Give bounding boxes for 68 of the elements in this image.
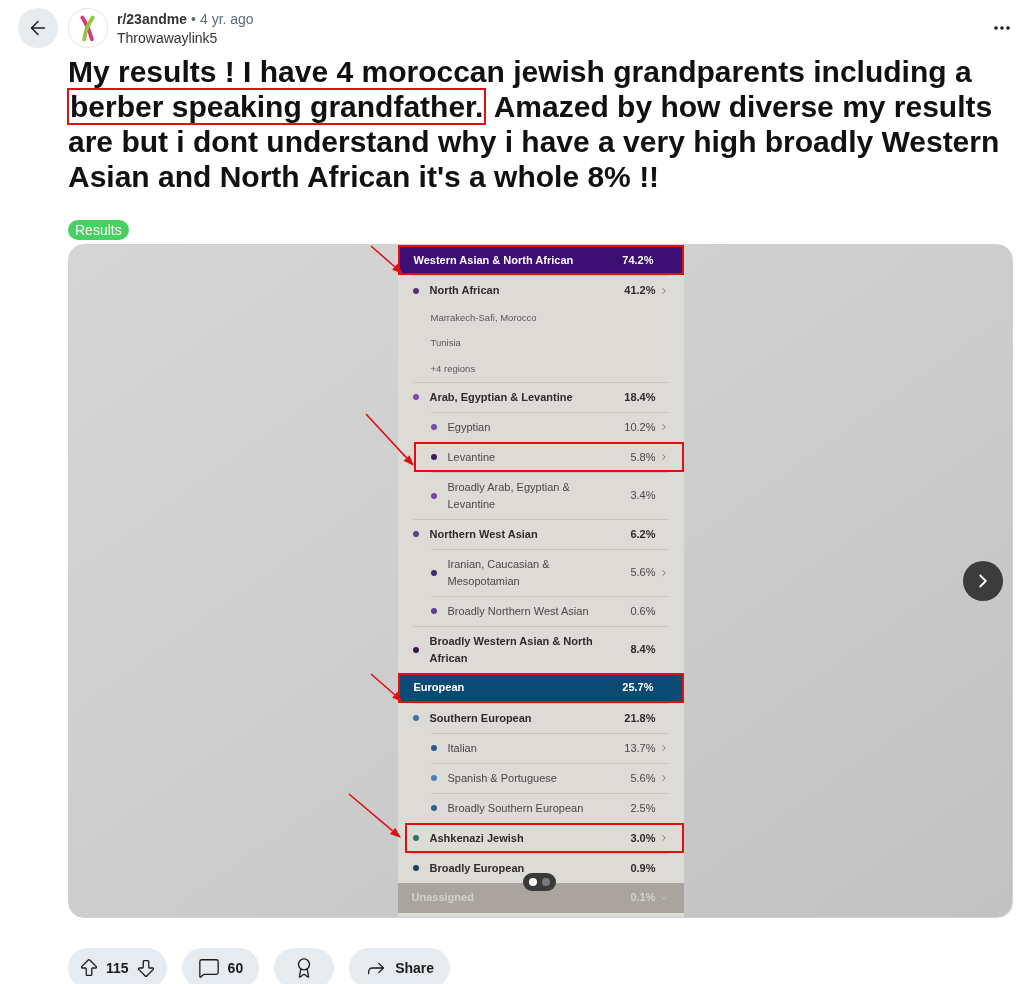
category-name: European (413, 680, 466, 696)
ancestry-percent: 5.6% (629, 565, 656, 581)
community-logo[interactable] (68, 8, 108, 48)
ancestry-name: Italian (447, 740, 478, 756)
award-button[interactable] (274, 948, 335, 984)
ancestry-percent: 5.6% (629, 770, 656, 786)
ancestry-percent: 41.2% (623, 283, 656, 299)
ancestry-percent: 13.7% (623, 740, 656, 756)
ancestry-row[interactable]: Italian 13.7% (430, 732, 669, 763)
separator-dot: • (191, 10, 196, 29)
ancestry-name: Northern West Asian (429, 526, 539, 542)
ancestry-name: Broadly Western Asian & North African (429, 633, 594, 666)
subreddit-link[interactable]: r/23andme (117, 9, 188, 29)
post-age: 4 yr. ago (199, 10, 254, 29)
ancestry-percent: 10.2% (623, 419, 656, 435)
ancestry-percent: 21.8% (623, 710, 656, 726)
more-icon (994, 26, 1010, 30)
category-percent: 25.7% (621, 680, 654, 696)
ancestry-name: Iranian, Caucasian & Mesopotamian (447, 556, 551, 589)
ancestry-percent: 0.9% (629, 860, 656, 876)
ancestry-row[interactable]: Southern European 21.8% (412, 702, 669, 733)
ancestry-row[interactable]: Broadly Southern European 2.5% (430, 792, 669, 823)
pointer-arrow (347, 792, 402, 839)
ancestry-row[interactable]: North African 41.2% (412, 275, 669, 305)
share-button[interactable]: Share (349, 948, 451, 984)
ancestry-name: Broadly European (429, 860, 526, 876)
vote-score: 115 (106, 958, 129, 978)
comments-button[interactable]: 60 (181, 948, 260, 984)
ancestry-name: Egyptian (447, 419, 492, 435)
ancestry-row[interactable]: Northern West Asian 6.2% (412, 518, 669, 549)
ancestry-percent: 8.4% (629, 642, 656, 658)
ancestry-name: Broadly Arab, Egyptian & Levantine (447, 479, 571, 512)
ancestry-name: Ashkenazi Jewish (429, 830, 525, 846)
author-link[interactable]: Throwawaylink5 (117, 29, 254, 47)
ancestry-percent: 3.4% (629, 488, 656, 504)
post-title: My results ! I have 4 moroccan jewish grandparents including a berber speaking grandfather. Amazed by how diverse my results are but i dont understand why i have a very high broadly Western Asian and North African it's a whole 8% !! (68, 54, 1001, 194)
region-detail: +4 regions (430, 361, 476, 376)
comment-icon (197, 957, 220, 979)
ancestry-percent: 5.8% (629, 449, 656, 465)
back-button[interactable] (18, 8, 58, 48)
ancestry-name: North African (429, 283, 501, 298)
next-image-button[interactable] (963, 561, 1003, 601)
category-name: Western Asian & North African (413, 252, 575, 268)
category-percent: 74.2% (621, 252, 654, 268)
ancestry-row[interactable]: Broadly Arab, Egyptian & Levantine 3.4% (430, 471, 669, 519)
ancestry-row[interactable]: Broadly Western Asian & North African 8.4% (412, 625, 669, 673)
ancestry-row[interactable]: Arab, Egyptian & Levantine 18.4% (412, 381, 669, 412)
ancestry-row[interactable]: Egyptian 10.2% (430, 411, 669, 442)
ancestry-name: Arab, Egyptian & Levantine (429, 389, 574, 405)
ancestry-row[interactable]: Iranian, Caucasian & Mesopotamian 5.6% (430, 548, 669, 596)
ancestry-name: Southern European (429, 710, 533, 726)
ancestry-name: Levantine (447, 449, 497, 465)
ancestry-name: Broadly Northern West Asian (447, 603, 590, 619)
ancestry-percent: 3.0% (629, 830, 656, 846)
upvote-icon[interactable] (78, 957, 100, 979)
ancestry-percent: 6.2% (629, 526, 656, 542)
ancestry-percent: 0.6% (629, 603, 656, 619)
ancestry-percent: 18.4% (623, 389, 656, 405)
ancestry-row[interactable]: Levantine 5.8% (430, 441, 669, 472)
ancestry-row[interactable]: Broadly Northern West Asian 0.6% (430, 595, 669, 626)
region-detail: Tunisia (430, 336, 461, 351)
ancestry-name: Spanish & Portuguese (447, 770, 558, 786)
ancestry-name: Broadly Southern European (447, 800, 585, 816)
pointer-arrow (364, 412, 415, 467)
ancestry-row[interactable]: Ashkenazi Jewish 3.0% (412, 822, 669, 853)
ancestry-percent: 2.5% (629, 800, 656, 816)
region-detail: Marrakech-Safi, Morocco (430, 310, 537, 325)
ancestry-row[interactable]: Spanish & Portuguese 5.6% (430, 762, 669, 793)
